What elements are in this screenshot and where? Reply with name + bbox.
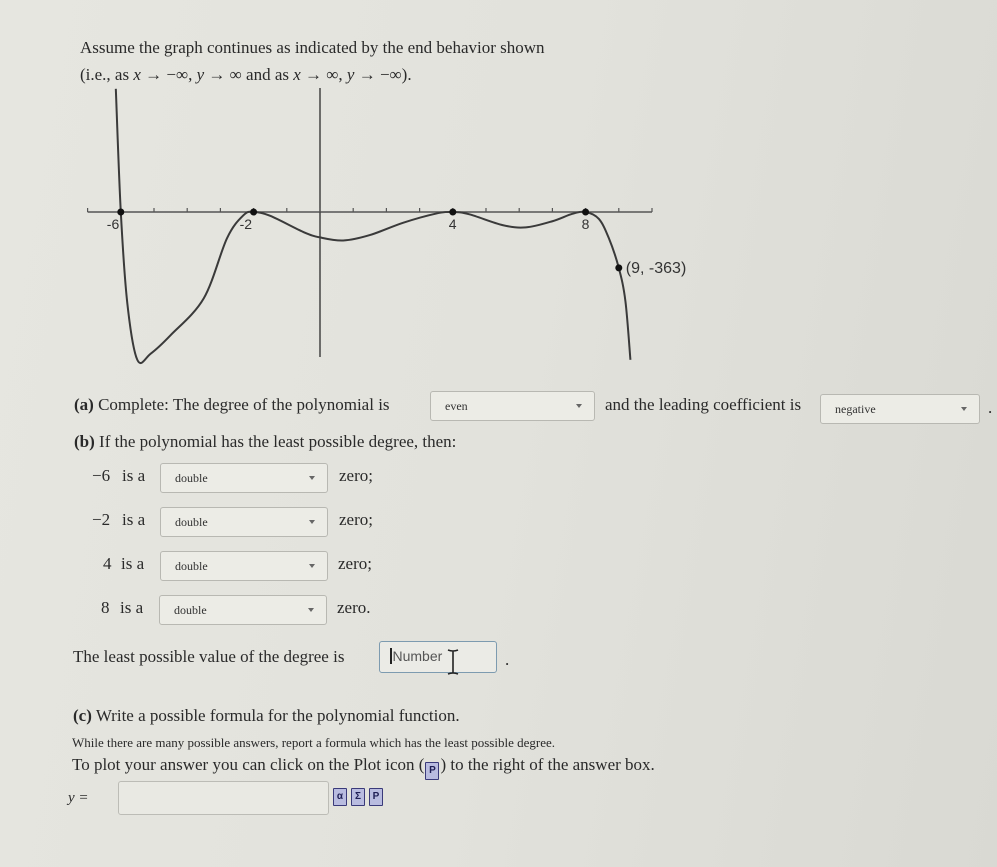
zero-suffix: zero;	[339, 466, 373, 485]
point-label: 8	[582, 216, 590, 232]
ibeam-cursor-icon	[447, 649, 459, 675]
chevron-down-icon	[576, 404, 582, 408]
polynomial-graph: -6 -2 4 8 (9, -363)	[86, 88, 686, 365]
multiplicity-value: double	[175, 559, 208, 573]
part-c-text: Write a possible formula for the polynom…	[91, 706, 460, 725]
leading-coefficient-select[interactable]: negative	[820, 394, 980, 424]
zero-value: 4	[103, 554, 112, 573]
part-a-text-2: and the leading coefficient is	[605, 395, 802, 414]
zero-suffix: zero;	[338, 554, 372, 573]
plot-hint-text: ) to the right of the answer box.	[440, 755, 655, 774]
part-c-prompt: (c) Write a possible formula for the pol…	[73, 706, 460, 726]
polynomial-curve	[114, 88, 632, 365]
formula-answer-input[interactable]	[118, 781, 329, 815]
part-c-label: (c)	[73, 706, 92, 725]
zero-is-a-text: is a	[121, 554, 145, 573]
part-b-prompt: (b) If the polynomial has the least poss…	[74, 432, 456, 452]
plot-hint: To plot your answer you can click on the…	[72, 755, 655, 780]
point-marker	[449, 208, 457, 216]
plot-icon[interactable]: P	[369, 788, 383, 806]
plot-icon: P	[425, 762, 440, 780]
part-a-label: (a)	[74, 395, 94, 414]
degree-parity-select[interactable]: even	[430, 391, 595, 421]
zero-is-a-text: is a	[122, 510, 146, 529]
zero-multiplicity-select-4[interactable]: double	[160, 551, 328, 581]
part-c-note: While there are many possible answers, r…	[72, 735, 555, 750]
least-degree-prompt: The least possible value of the degree i…	[73, 647, 345, 666]
axes	[87, 88, 652, 357]
zero-multiplicity-select-8[interactable]: double	[159, 595, 327, 625]
text-cursor	[390, 648, 392, 664]
point-label: 4	[449, 216, 457, 232]
zero-is-a-text: is a	[120, 598, 144, 617]
preview-icon[interactable]: α	[333, 788, 347, 806]
point-label: -2	[240, 216, 253, 232]
chevron-down-icon	[309, 520, 315, 524]
chevron-down-icon	[309, 476, 315, 480]
zero-value: −2	[92, 510, 111, 529]
part-a-period: .	[988, 398, 993, 417]
point-marker	[250, 208, 258, 216]
chevron-down-icon	[309, 564, 315, 568]
zero-multiplicity-select-neg6[interactable]: double	[160, 463, 328, 493]
chevron-down-icon	[961, 407, 967, 411]
multiplicity-value: double	[174, 603, 207, 617]
zero-suffix: zero.	[337, 598, 371, 617]
part-a-prompt: (a) Complete: The degree of the polynomi…	[74, 395, 390, 415]
degree-parity-value: even	[445, 399, 468, 413]
part-b-label: (b)	[74, 432, 95, 451]
part-a-text: Complete: The degree of the polynomial i…	[93, 395, 390, 414]
least-degree-period: .	[505, 650, 510, 669]
point-marker	[615, 264, 623, 272]
part-b-text: If the polynomial has the least possible…	[94, 432, 457, 451]
point-label: (9, -363)	[626, 260, 686, 277]
point-marker	[117, 208, 125, 216]
least-degree-placeholder: Number	[392, 648, 443, 664]
point-marker	[582, 208, 590, 216]
leading-coefficient-value: negative	[835, 402, 876, 416]
multiplicity-value: double	[175, 515, 208, 529]
zero-multiplicity-select-neg2[interactable]: double	[160, 507, 328, 537]
point-label: -6	[107, 216, 120, 232]
answer-label: y =	[68, 790, 89, 806]
zero-suffix: zero;	[339, 510, 373, 529]
zero-value: −6	[92, 466, 111, 485]
zero-is-a-text: is a	[122, 466, 146, 485]
chevron-down-icon	[308, 608, 314, 612]
plot-hint-text: To plot your answer you can click on the…	[72, 755, 425, 774]
zero-value: 8	[101, 598, 110, 617]
multiplicity-value: double	[175, 471, 208, 485]
sigma-icon[interactable]: Σ	[351, 788, 365, 806]
least-degree-input[interactable]: Number	[379, 641, 497, 673]
